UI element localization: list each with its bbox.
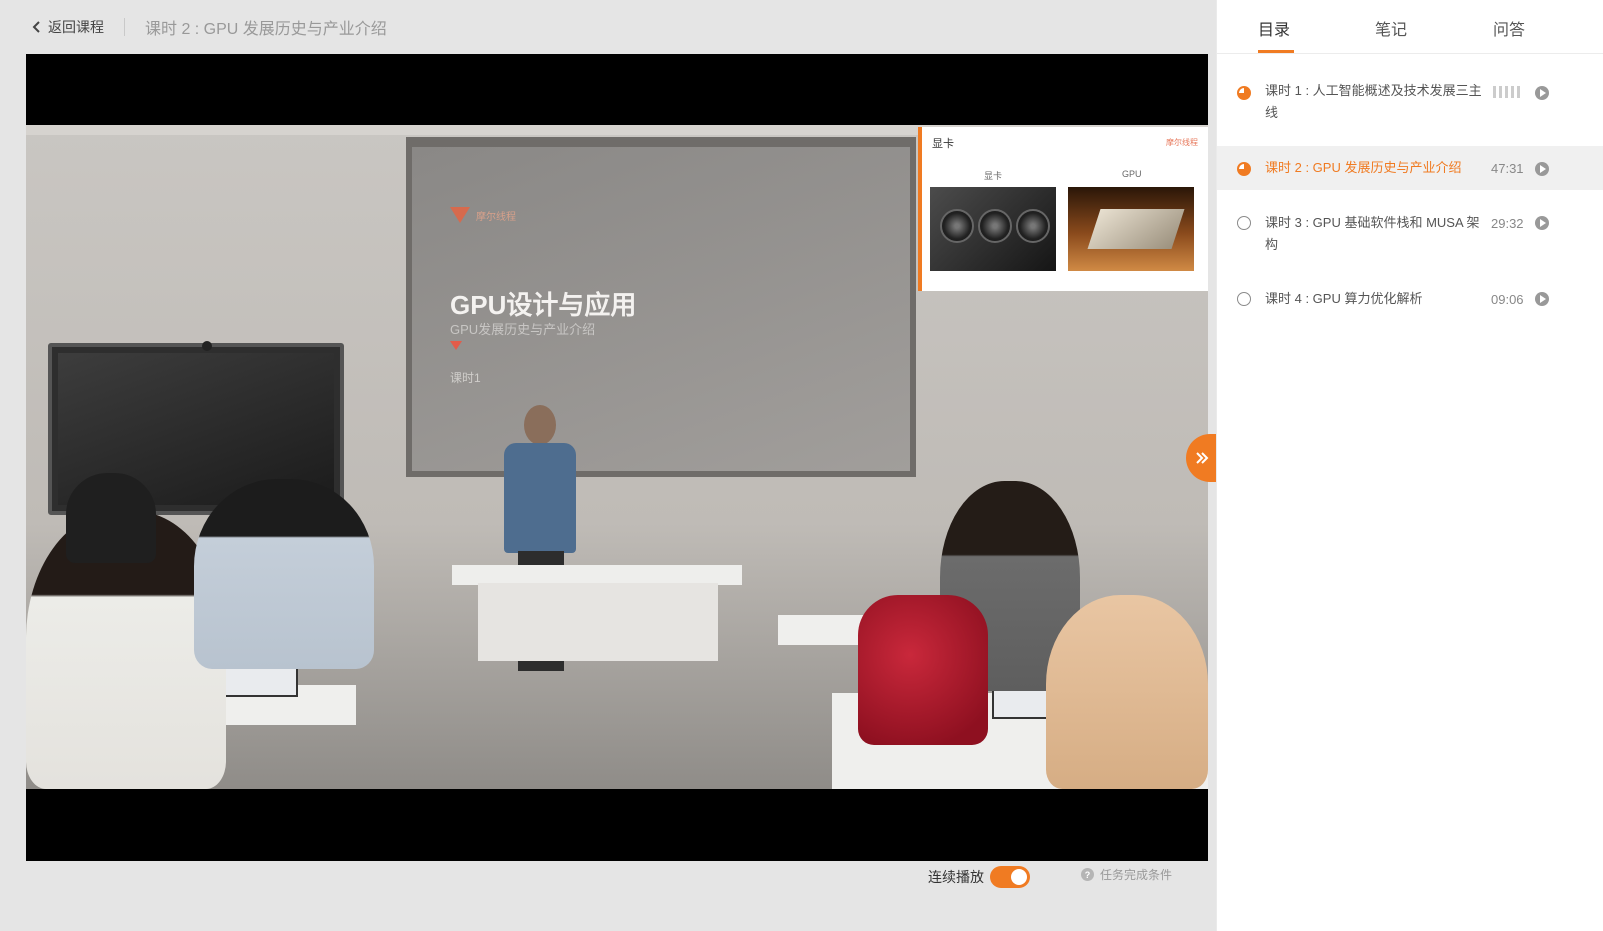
slide-inset: 显卡 摩尔线程 显卡 GPU bbox=[918, 127, 1208, 291]
back-to-course-link[interactable]: 返回课程 bbox=[30, 17, 104, 37]
play-icon[interactable] bbox=[1535, 292, 1549, 306]
divider bbox=[124, 18, 125, 36]
lesson-duration: 29:32 bbox=[1491, 216, 1524, 231]
gpu-card-image bbox=[1068, 187, 1194, 271]
autoplay-control: 连续播放 bbox=[928, 866, 1030, 888]
play-icon[interactable] bbox=[1535, 162, 1549, 176]
heart-icon bbox=[450, 341, 462, 350]
slide-subtitle: GPU发展历史与产业介绍 bbox=[450, 322, 596, 337]
inset-caption-right: GPU bbox=[1122, 169, 1142, 179]
video-frame: 摩尔线程 GPU设计与应用 GPU发展历史与产业介绍 课时1 显卡 摩尔线程 显… bbox=[26, 125, 1208, 789]
page-title: 课时 2 : GPU 发展历史与产业介绍 bbox=[145, 21, 387, 38]
double-chevron-right-icon bbox=[1196, 452, 1209, 464]
back-label: 返回课程 bbox=[48, 19, 104, 35]
camera-icon bbox=[202, 341, 212, 351]
logo-mark-icon bbox=[450, 207, 470, 223]
lesson-item-3[interactable]: 课时 3 : GPU 基础软件栈和 MUSA 架构 29:32 bbox=[1217, 212, 1603, 268]
main-area: 返回课程 课时 2 : GPU 发展历史与产业介绍 摩尔线程 GPU设计与应用 … bbox=[0, 0, 1243, 931]
autoplay-toggle[interactable] bbox=[990, 866, 1030, 888]
lesson-name: 课时 3 : GPU 基础软件栈和 MUSA 架构 bbox=[1265, 215, 1480, 252]
loading-icon bbox=[1493, 86, 1520, 98]
task-conditions-link[interactable]: ? 任务完成条件 bbox=[1081, 866, 1172, 883]
sidebar-tabs: 目录 笔记 问答 bbox=[1217, 0, 1603, 54]
question-circle-icon: ? bbox=[1081, 868, 1094, 881]
play-icon[interactable] bbox=[1535, 86, 1549, 100]
not-started-icon bbox=[1237, 216, 1251, 230]
inset-caption-left: 显卡 bbox=[984, 171, 1003, 181]
slide-lesson: 课时1 bbox=[450, 371, 481, 385]
slide-title: GPU设计与应用 bbox=[450, 290, 637, 320]
tab-catalog[interactable]: 目录 bbox=[1258, 16, 1290, 40]
graphics-card-image bbox=[930, 187, 1056, 271]
inset-logo: 摩尔线程 bbox=[1166, 138, 1198, 147]
lesson-item-4[interactable]: 课时 4 : GPU 算力优化解析 09:06 bbox=[1217, 288, 1603, 318]
red-backpack bbox=[858, 595, 988, 745]
not-started-icon bbox=[1237, 292, 1251, 306]
lesson-item-1[interactable]: 课时 1 : 人工智能概述及技术发展三主线 bbox=[1217, 80, 1603, 136]
lesson-name: 课时 1 : 人工智能概述及技术发展三主线 bbox=[1265, 83, 1482, 120]
topbar: 返回课程 课时 2 : GPU 发展历史与产业介绍 bbox=[30, 14, 387, 40]
chevron-left-icon bbox=[32, 21, 40, 33]
play-icon[interactable] bbox=[1535, 216, 1549, 230]
inset-title: 显卡 bbox=[932, 138, 954, 150]
lesson-duration: 09:06 bbox=[1491, 292, 1524, 307]
projector-slide: 摩尔线程 GPU设计与应用 GPU发展历史与产业介绍 课时1 bbox=[406, 137, 916, 477]
video-player[interactable]: 摩尔线程 GPU设计与应用 GPU发展历史与产业介绍 课时1 显卡 摩尔线程 显… bbox=[26, 54, 1208, 861]
lesson-item-2[interactable]: 课时 2 : GPU 发展历史与产业介绍 47:31 bbox=[1217, 146, 1603, 190]
sidebar: 目录 笔记 问答 课时 1 : 人工智能概述及技术发展三主线 课时 2 : GP… bbox=[1216, 0, 1603, 931]
lesson-name: 课时 2 : GPU 发展历史与产业介绍 bbox=[1265, 160, 1462, 175]
student bbox=[194, 479, 374, 669]
lesson-duration: 47:31 bbox=[1491, 161, 1524, 176]
lesson-name: 课时 4 : GPU 算力优化解析 bbox=[1265, 291, 1423, 306]
slide-logo: 摩尔线程 bbox=[450, 207, 516, 223]
student bbox=[1046, 595, 1208, 789]
autoplay-label: 连续播放 bbox=[928, 869, 984, 885]
active-tab-indicator bbox=[1258, 50, 1294, 53]
tab-notes[interactable]: 笔记 bbox=[1375, 16, 1407, 40]
in-progress-icon bbox=[1237, 86, 1251, 100]
lecture-desk bbox=[452, 565, 742, 585]
tab-qa[interactable]: 问答 bbox=[1493, 16, 1525, 40]
in-progress-icon bbox=[1237, 162, 1251, 176]
task-label: 任务完成条件 bbox=[1100, 868, 1173, 882]
